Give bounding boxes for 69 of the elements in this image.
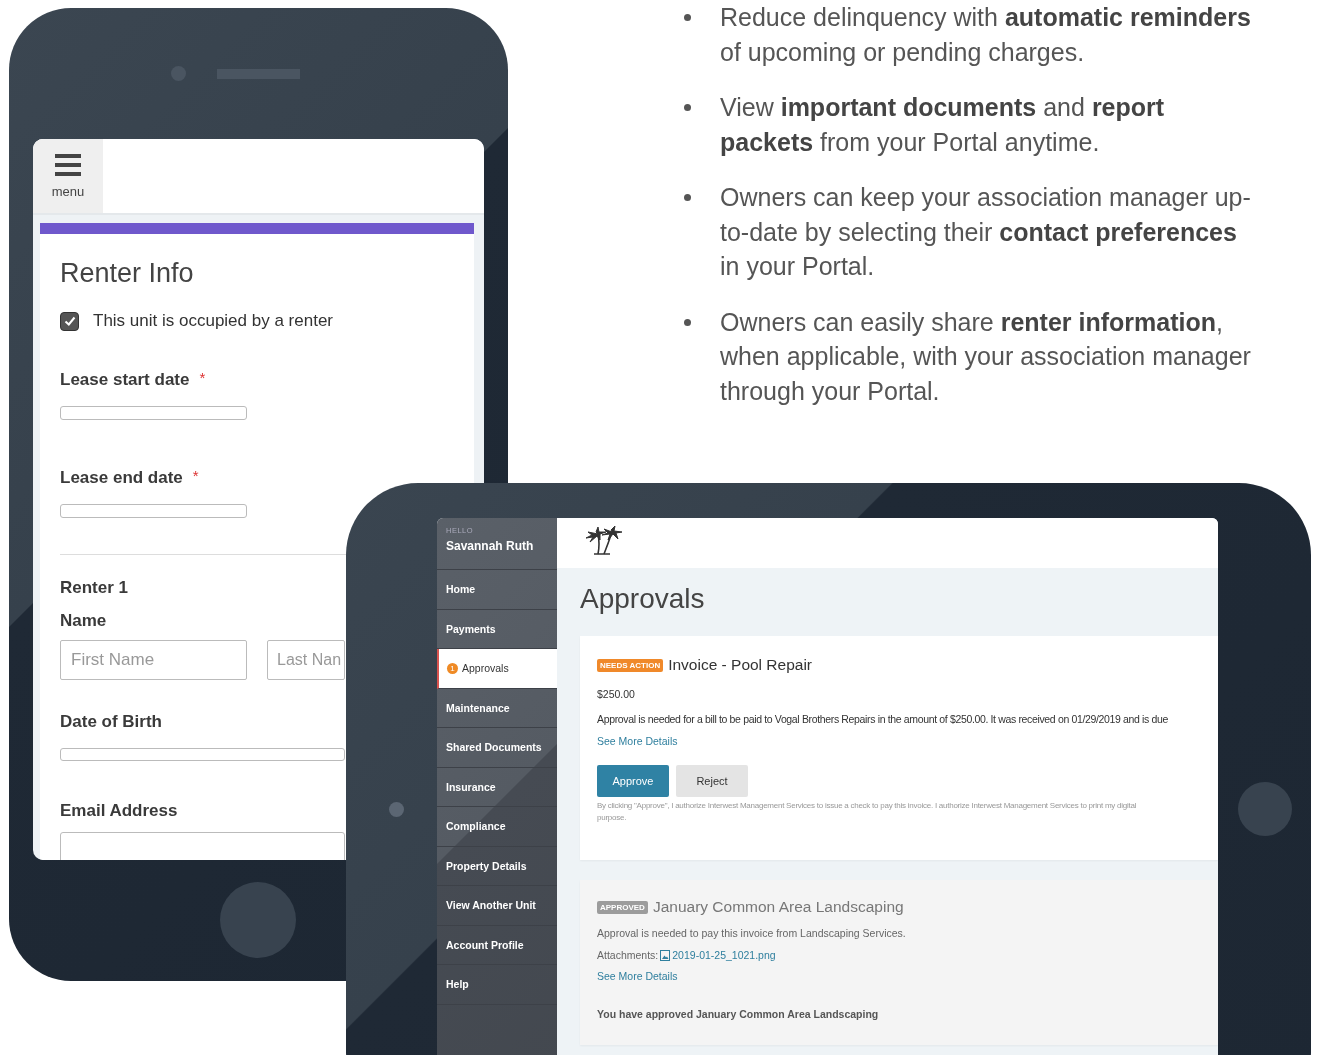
bullet-dot [684,318,691,326]
page-title: Approvals [580,582,706,616]
bullet-dot [684,194,691,201]
nav-item[interactable]: Property Details [437,846,557,886]
approval-description: Approval is needed to pay this invoice from Landscaping Services. [597,927,907,940]
bullet-dot [684,104,691,111]
nav-label: Help [446,978,469,991]
field-label: Email Address [60,800,178,822]
nav-label: Home [446,583,476,596]
home-button[interactable] [1238,782,1292,836]
last-name-field[interactable]: Last Nan [267,640,345,680]
status-badge: NEEDS ACTION [597,658,664,672]
bullet-dot [684,14,691,21]
date-field[interactable] [60,406,247,420]
nav-item[interactable]: Maintenance [437,688,557,728]
nav-item[interactable]: Compliance [437,807,557,847]
date-field[interactable] [60,504,247,518]
field-label: Lease end date [60,467,183,489]
nav-label: Approvals [462,662,509,675]
date-field[interactable] [60,748,345,761]
nav-label: Compliance [446,820,506,833]
approval-description: Approval is needed for a bill to be paid to Vogal Brothers Repairs in the amount of $250.00. It was received on 01/29/2019 and is due [597,713,1170,726]
approval-note: You have approved January Common Area Landscaping [597,1008,880,1020]
nav-item[interactable]: View Another Unit [437,886,557,926]
nav-item[interactable]: Shared Documents [437,728,557,768]
details-link[interactable]: See More Details [597,735,678,747]
image-file-icon [660,949,671,961]
approve-button[interactable]: Approve [597,765,669,797]
nav-label: Maintenance [446,701,510,714]
approval-title: Invoice - Pool Repair [668,656,813,674]
nav-label: Property Details [446,859,527,872]
nav-item[interactable]: 1 Approvals [437,649,557,689]
field-label: Date of Birth [60,711,162,733]
camera-dot [389,802,404,817]
first-name-field[interactable]: First Name [60,640,247,680]
feature-text: View important documents and report packets from your Portal anytime. [720,92,1166,158]
nav-item[interactable]: Insurance [437,767,557,807]
approval-title: January Common Area Landscaping [652,898,904,916]
attachment-link[interactable]: 2019-01-25_1021.png [660,949,776,961]
feature-text: Owners can keep your association manager up-to-date by selecting their contact preferences in your Portal. [720,182,1252,282]
nav-label: Account Profile [446,938,524,951]
details-link[interactable]: See More Details [597,970,678,982]
email-field[interactable] [60,832,345,860]
count-badge: 1 [447,662,458,674]
feature-text: Reduce delinquency with automatic reminders of upcoming or pending charges. [720,2,1252,68]
amount-text: $250.00 [597,688,636,700]
form-title: Renter Info [60,257,195,290]
status-badge: APPROVED [597,900,648,914]
disclaimer-text: purpose. [597,812,628,824]
user-name: Savannah Ruth [446,539,535,553]
checkbox[interactable] [60,311,79,331]
nav-label: Shared Documents [446,741,542,754]
palm-tree-icon [584,526,624,556]
nav-item[interactable]: Home [437,570,557,610]
attachments-label: Attachments: [597,949,659,961]
nav-label: Insurance [446,780,496,793]
nav-item[interactable]: Account Profile [437,925,557,965]
field-label: Lease start date [60,369,190,391]
check-icon [62,314,77,328]
required-mark: * [199,369,206,386]
nav-label: View Another Unit [446,899,536,912]
feature-text: Owners can easily share renter information, when applicable, with your association manager through your Portal. [720,306,1252,407]
reject-button[interactable]: Reject [676,765,748,797]
nav-label: Payments [446,622,496,635]
checkbox-label: This unit is occupied by a renter [93,311,333,331]
nav-item[interactable]: Help [437,965,557,1005]
menu-button[interactable]: menu [33,139,103,213]
menu-icon [55,153,81,176]
required-mark: * [192,467,199,484]
